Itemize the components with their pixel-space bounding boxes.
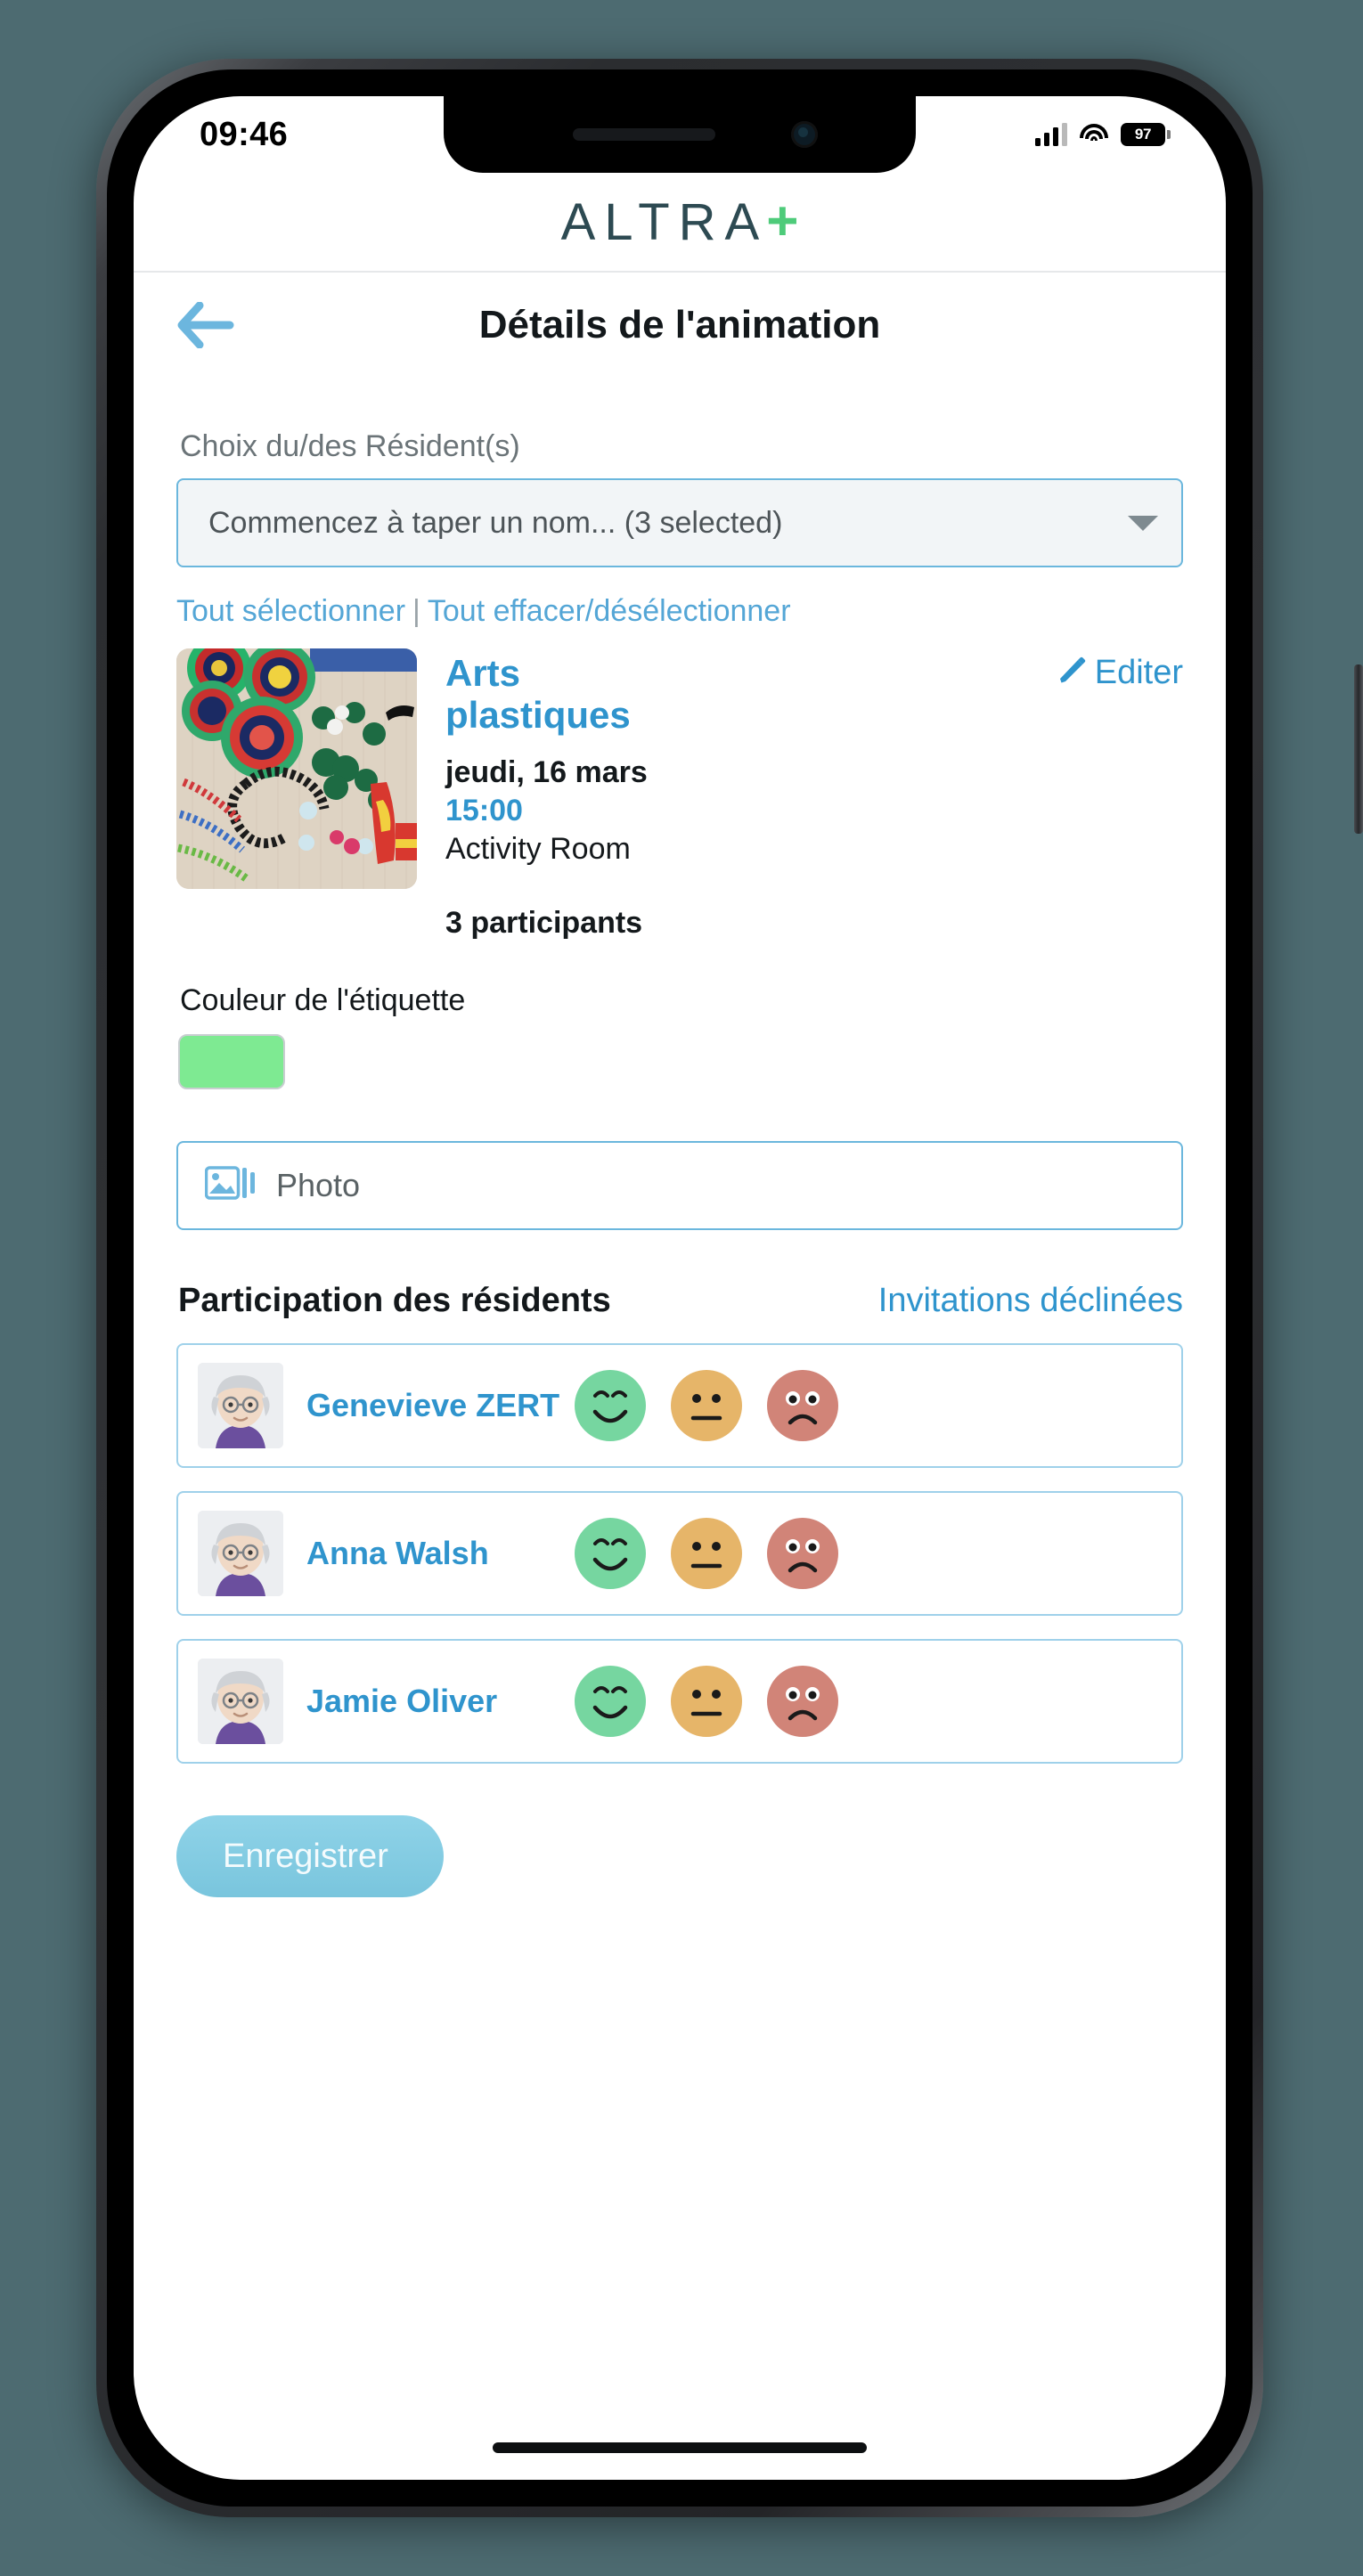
phone-frame: 09:46 97 ALTRA + Détails de l'animation … xyxy=(96,59,1363,2517)
battery-percent: 97 xyxy=(1134,126,1152,143)
avatar xyxy=(198,1511,283,1597)
mood-rating-group xyxy=(574,1369,839,1442)
avatar xyxy=(198,1363,283,1449)
participation-header: Participation des résidents Invitations … xyxy=(134,1230,1226,1320)
activity-time: 15:00 xyxy=(445,794,523,828)
table-row[interactable]: Anna Walsh xyxy=(176,1491,1183,1617)
brand-plus-icon: + xyxy=(766,191,799,252)
photo-library-icon xyxy=(204,1163,257,1209)
link-separator: | xyxy=(412,594,420,628)
declined-invitations-link[interactable]: Invitations déclinées xyxy=(878,1282,1183,1320)
content-scroll-area: Choix du/des Résident(s) Commencez à tap… xyxy=(134,378,1226,1898)
color-label-title: Couleur de l'étiquette xyxy=(180,983,466,1018)
save-button[interactable]: Enregistrer xyxy=(176,1815,444,1898)
status-indicators: 97 xyxy=(1035,123,1171,146)
chevron-down-icon xyxy=(1128,515,1158,531)
app-logo: ALTRA + xyxy=(134,173,1226,273)
participant-name: Anna Walsh xyxy=(306,1534,489,1571)
sad-face-icon[interactable] xyxy=(766,1517,839,1590)
color-swatch[interactable] xyxy=(178,1034,285,1090)
happy-face-icon[interactable] xyxy=(574,1517,647,1590)
page-title: Détails de l'animation xyxy=(478,303,881,346)
resident-select-value: Commencez à taper un nom... (3 selected) xyxy=(208,505,783,540)
activity-date: jeudi, 16 mars xyxy=(445,755,648,790)
participation-title: Participation des résidents xyxy=(178,1282,611,1320)
clear-all-link[interactable]: Tout effacer/désélectionner xyxy=(428,594,791,628)
resident-select-label: Choix du/des Résident(s) xyxy=(180,429,520,463)
activity-info: Editer Arts plastiques jeudi, 16 mars 15… xyxy=(445,648,1183,941)
select-all-link[interactable]: Tout sélectionner xyxy=(176,594,405,628)
sad-face-icon[interactable] xyxy=(766,1665,839,1738)
activity-card: Editer Arts plastiques jeudi, 16 mars 15… xyxy=(134,640,1226,941)
status-time: 09:46 xyxy=(200,115,289,153)
status-bar: 09:46 97 xyxy=(134,96,1226,173)
selection-links: Tout sélectionner | Tout effacer/désélecti… xyxy=(134,567,1226,640)
participant-name: Jamie Oliver xyxy=(306,1682,498,1719)
sad-face-icon[interactable] xyxy=(766,1369,839,1442)
activity-title: Arts plastiques xyxy=(445,652,631,737)
happy-face-icon[interactable] xyxy=(574,1369,647,1442)
edit-button[interactable]: Editer xyxy=(1056,654,1183,692)
activity-place: Activity Room xyxy=(445,832,631,867)
home-indicator[interactable] xyxy=(493,2442,867,2453)
power-button[interactable] xyxy=(1354,664,1363,834)
table-row[interactable]: Genevieve ZERT xyxy=(176,1343,1183,1469)
phone-screen: 09:46 97 ALTRA + Détails de l'animation … xyxy=(134,96,1226,2480)
back-arrow-icon[interactable] xyxy=(176,301,235,349)
wifi-icon xyxy=(1080,124,1108,145)
battery-icon: 97 xyxy=(1121,123,1171,146)
photo-placeholder: Photo xyxy=(276,1167,361,1204)
table-row[interactable]: Jamie Oliver xyxy=(176,1639,1183,1765)
avatar xyxy=(198,1659,283,1745)
save-row: Enregistrer xyxy=(134,1764,1226,1898)
neutral-face-icon[interactable] xyxy=(670,1665,743,1738)
participant-name: Genevieve ZERT xyxy=(306,1386,560,1423)
edit-label: Editer xyxy=(1094,654,1183,691)
mood-rating-group xyxy=(574,1517,839,1590)
phone-bezel: 09:46 97 ALTRA + Détails de l'animation … xyxy=(107,69,1253,2507)
brand-wordmark: ALTRA xyxy=(560,192,769,251)
photo-upload-field[interactable]: Photo xyxy=(176,1141,1183,1231)
page-header: Détails de l'animation xyxy=(134,273,1226,378)
pencil-icon xyxy=(1056,655,1088,691)
neutral-face-icon[interactable] xyxy=(670,1517,743,1590)
activity-thumbnail[interactable] xyxy=(176,648,417,889)
resident-select-input[interactable]: Commencez à taper un nom... (3 selected) xyxy=(176,478,1183,567)
happy-face-icon[interactable] xyxy=(574,1665,647,1738)
mood-rating-group xyxy=(574,1665,839,1738)
cellular-signal-icon xyxy=(1035,123,1067,146)
activity-participants-count: 3 participants xyxy=(445,906,643,941)
neutral-face-icon[interactable] xyxy=(670,1369,743,1442)
